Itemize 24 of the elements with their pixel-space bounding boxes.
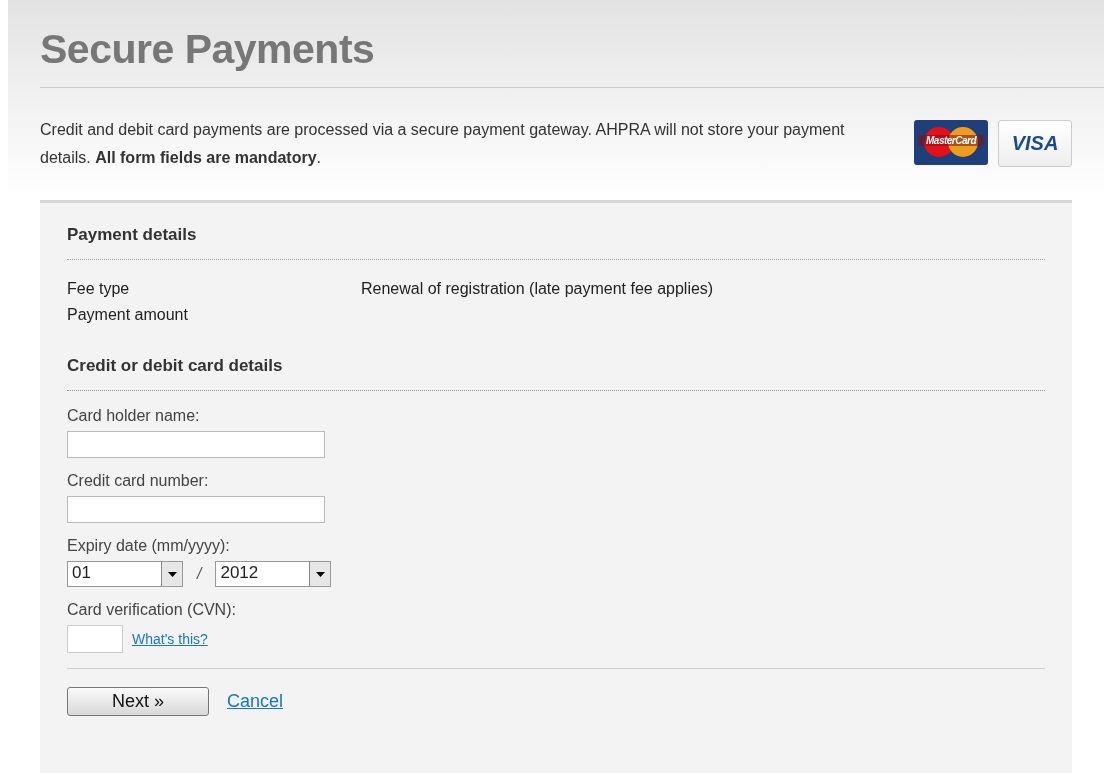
field-label: Card verification (CVN): (67, 601, 237, 619)
card-logo: VISA (998, 120, 1072, 167)
field-label: Credit card number: (67, 472, 210, 490)
caret-icon (167, 571, 177, 577)
input-field[interactable] (67, 431, 325, 458)
input-field[interactable] (67, 496, 325, 523)
page-title: Secure Payments (40, 8, 1104, 88)
section-heading: Credit or debit card details (67, 356, 284, 376)
caret-icon (315, 571, 325, 577)
field-value: Renewal of registration (late payment fee applies) (361, 279, 714, 299)
field-label: Fee type (67, 279, 131, 299)
help-link[interactable]: What's this? (132, 631, 208, 647)
field-label: Payment amount (67, 305, 189, 325)
field-label: Expiry date (mm/yyyy): (67, 537, 231, 555)
field-label: Card holder name: (67, 407, 201, 425)
cvn-field[interactable] (67, 625, 123, 653)
month-select[interactable]: 01 (67, 561, 183, 587)
date-separator: / (197, 565, 202, 583)
section-heading: Payment details (67, 225, 198, 245)
cancel-link[interactable]: Cancel (227, 691, 284, 712)
year-select[interactable]: 2012 (215, 561, 332, 587)
card-logo: MasterCard (914, 120, 988, 165)
next-button[interactable]: Next » (67, 687, 209, 716)
intro-text: Credit and debit card payments are processed via a secure payment gateway. AHPRA will not store your payment details. All form fields are mandatory. (40, 120, 846, 168)
